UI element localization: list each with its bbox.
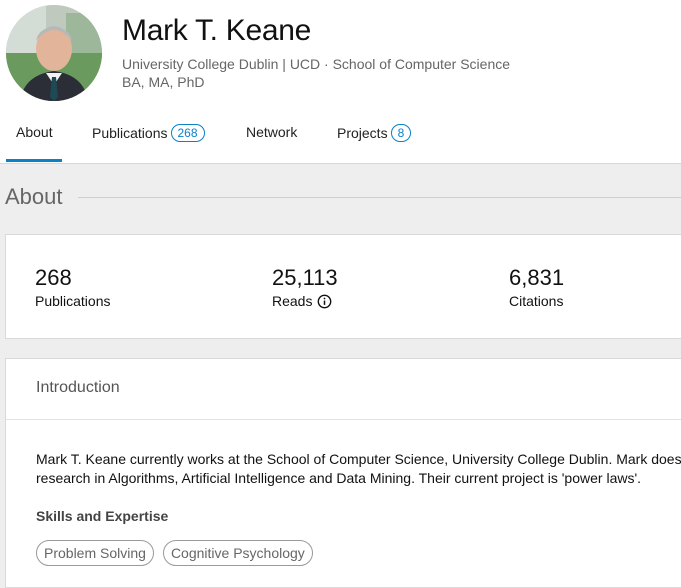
publications-count-badge: 268	[170, 124, 205, 142]
tab-about-label: About	[16, 124, 53, 140]
tab-network[interactable]: Network	[246, 124, 297, 140]
stat-value: 25,113	[272, 265, 338, 290]
tab-projects-label: Projects	[337, 125, 388, 141]
projects-count-badge: 8	[390, 124, 412, 142]
stat-value: 6,831	[509, 265, 565, 290]
introduction-text-line: Mark T. Keane currently works at the Sch…	[36, 451, 681, 467]
stat-reads[interactable]: 25,113 Reads	[272, 265, 338, 309]
info-icon[interactable]	[317, 294, 332, 309]
stat-citations[interactable]: 6,831 Citations	[509, 265, 564, 309]
profile-degrees: BA, MA, PhD	[122, 74, 205, 90]
introduction-title: Introduction	[36, 379, 120, 396]
introduction-text-line: research in Algorithms, Artificial Intel…	[36, 470, 642, 486]
stats-card: 268 Publications 25,113 Reads 6,831 Cita…	[5, 234, 681, 339]
skills-title: Skills and Expertise	[36, 508, 169, 524]
tab-projects[interactable]: Projects 8	[337, 124, 412, 142]
profile-name: Mark T. Keane	[122, 14, 311, 47]
active-tab-indicator	[6, 159, 62, 162]
tab-about[interactable]: About	[16, 124, 53, 140]
tab-publications-label: Publications	[92, 125, 168, 141]
section-title: About	[5, 184, 63, 209]
skills-list: Problem Solving Cognitive Psychology	[36, 540, 313, 566]
introduction-text: Mark T. Keane currently works at the Sch…	[36, 450, 681, 488]
stat-label: Publications	[35, 293, 111, 309]
stat-value: 268	[35, 265, 72, 290]
profile-header: Mark T. Keane University College Dublin …	[0, 0, 681, 164]
tab-publications[interactable]: Publications 268	[92, 124, 205, 142]
profile-photo	[6, 5, 102, 101]
avatar[interactable]	[6, 5, 102, 101]
introduction-divider	[6, 419, 681, 420]
stat-label-row: Reads	[272, 293, 338, 309]
stat-label: Reads	[272, 293, 313, 309]
stat-label: Citations	[509, 293, 564, 309]
stat-publications[interactable]: 268 Publications	[35, 265, 111, 309]
profile-affiliation[interactable]: University College Dublin | UCD · School…	[122, 56, 510, 72]
tab-network-label: Network	[246, 124, 298, 140]
skill-chip[interactable]: Problem Solving	[36, 540, 154, 566]
skill-chip[interactable]: Cognitive Psychology	[162, 540, 313, 566]
profile-tabs: About Publications 268 Network Projects …	[0, 118, 681, 163]
section-divider	[78, 197, 681, 198]
introduction-card: Introduction Mark T. Keane currently wor…	[5, 358, 681, 588]
